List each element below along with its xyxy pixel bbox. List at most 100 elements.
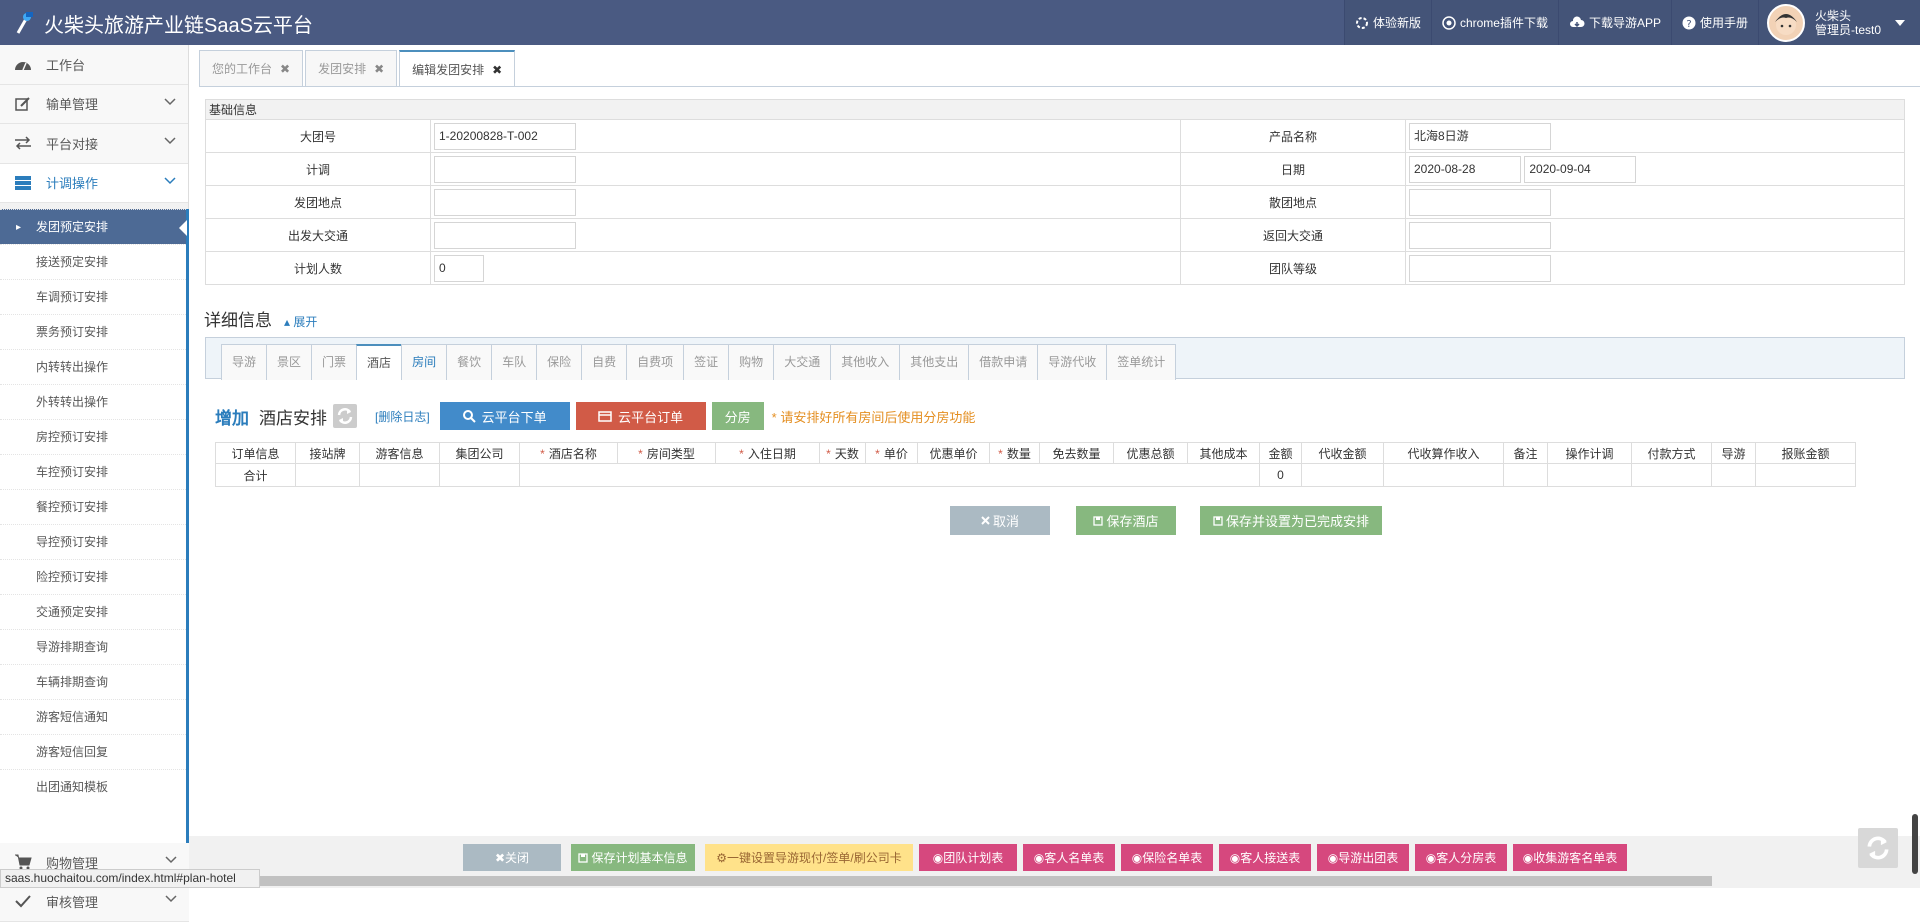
end-date-input[interactable]: 2020-09-04: [1524, 155, 1637, 183]
tab-guide-collect[interactable]: 导游代收: [1037, 344, 1108, 380]
departure-place-input[interactable]: [434, 188, 576, 216]
app-logo[interactable]: 火柴头旅游产业链SaaS云平台: [12, 8, 313, 38]
refresh-icon: [337, 408, 353, 424]
submenu-item[interactable]: 交通预定安排: [0, 594, 186, 629]
dismiss-place-input[interactable]: [1409, 188, 1551, 216]
tab-visa[interactable]: 签证: [683, 344, 730, 380]
total-label: 合计: [215, 463, 296, 487]
column-header: 操作计调: [1547, 442, 1632, 464]
tab-fleet[interactable]: 车队: [491, 344, 538, 380]
cloud-order-button[interactable]: 云平台下单: [439, 402, 570, 430]
team-plan-button[interactable]: ◉ 团队计划表: [919, 844, 1017, 871]
field-label: 发团地点: [205, 185, 431, 219]
tab-room[interactable]: 房间: [401, 344, 448, 380]
tab-edit-group-plan[interactable]: 编辑发团安排 ✖: [399, 50, 516, 86]
cancel-button[interactable]: 取消: [950, 506, 1050, 535]
column-header: 导游: [1711, 442, 1756, 464]
field-label: 出发大交通: [205, 218, 431, 252]
submenu-item[interactable]: ▸ 发团预定安排: [0, 209, 187, 244]
cloud-orders-button[interactable]: 云平台订单: [575, 402, 706, 430]
collect-guest-list-button[interactable]: ◉ 收集游客名单表: [1513, 844, 1627, 871]
submenu-item[interactable]: 导游排期查询: [0, 629, 186, 664]
avatar: [1767, 3, 1805, 42]
tab-workbench[interactable]: 您的工作台 ✖: [199, 50, 304, 86]
submenu-item[interactable]: 票务预订安排: [0, 314, 186, 349]
column-header: 免去数量: [1039, 442, 1114, 464]
team-level-input[interactable]: [1409, 254, 1551, 282]
sidebar-item-dashboard[interactable]: 工作台: [0, 45, 188, 85]
horizontal-scrollbar[interactable]: [260, 876, 1712, 886]
tab-loan[interactable]: 借款申请: [968, 344, 1039, 380]
chevron-down-icon: [165, 895, 177, 903]
close-icon[interactable]: ✖: [280, 62, 290, 76]
refresh-button[interactable]: [333, 404, 357, 428]
tab-scenic[interactable]: 景区: [266, 344, 313, 380]
expand-link[interactable]: ▴ 展开: [284, 315, 317, 329]
check-icon: [15, 895, 31, 908]
tab-dining[interactable]: 餐饮: [446, 344, 493, 380]
submenu-item[interactable]: 出团通知模板: [0, 769, 186, 804]
nav-chrome-download[interactable]: chrome插件下载: [1430, 0, 1558, 45]
submenu-item[interactable]: 外转转出操作: [0, 384, 186, 419]
set-guide-payment-button[interactable]: ⚙ 一键设置导游现付/签单/刷公司卡: [705, 844, 913, 871]
chevron-down-icon: [164, 137, 176, 145]
close-icon[interactable]: ✖: [374, 62, 384, 76]
tab-shopping[interactable]: 购物: [728, 344, 775, 380]
guest-transfer-button[interactable]: ◉ 客人接送表: [1219, 844, 1311, 871]
nav-download-app[interactable]: 下载导游APP: [1557, 0, 1671, 45]
room-assignment-button[interactable]: ◉ 客人分房表: [1415, 844, 1507, 871]
planner-input[interactable]: [434, 155, 576, 183]
sidebar-item-order-input[interactable]: 输单管理: [0, 84, 188, 124]
tab-self-pay[interactable]: 自费: [581, 344, 628, 380]
sidebar-item-platform[interactable]: 平台对接: [0, 124, 188, 164]
submenu-item[interactable]: 餐控预订安排: [0, 489, 186, 524]
tab-other-income[interactable]: 其他收入: [830, 344, 901, 380]
required-mark: *: [826, 446, 831, 461]
refresh-float-button[interactable]: [1858, 828, 1898, 868]
save-plan-button[interactable]: 保存计划基本信息: [571, 844, 695, 871]
tab-guide[interactable]: 导游: [221, 344, 268, 380]
guide-departure-button[interactable]: ◉ 导游出团表: [1317, 844, 1409, 871]
tab-transport[interactable]: 大交通: [773, 344, 832, 380]
tab-group-plan[interactable]: 发团安排 ✖: [305, 50, 398, 86]
tab-other-expense[interactable]: 其他支出: [899, 344, 970, 380]
submenu-item[interactable]: 游客短信回复: [0, 734, 186, 769]
product-name-input[interactable]: 北海8日游: [1409, 122, 1551, 150]
planned-people-input[interactable]: 0: [434, 254, 484, 282]
sidebar-item-operations[interactable]: 计调操作: [0, 163, 188, 203]
submenu-item[interactable]: 车控预订安排: [0, 454, 186, 489]
column-header: 付款方式: [1631, 442, 1712, 464]
submenu-item[interactable]: 导控预订安排: [0, 524, 186, 559]
guest-list-button[interactable]: ◉ 客人名单表: [1023, 844, 1115, 871]
tab-self-pay-item[interactable]: 自费项: [626, 344, 685, 380]
assign-rooms-button[interactable]: 分房: [711, 402, 764, 430]
close-button[interactable]: ✖ 关闭: [463, 844, 561, 871]
close-icon[interactable]: ✖: [492, 63, 502, 77]
user-menu[interactable]: 火柴头 管理员-test0: [1758, 0, 1920, 45]
delete-log-link[interactable]: [删除日志]: [375, 408, 430, 425]
nav-manual[interactable]: ? 使用手册: [1670, 0, 1758, 45]
column-header: 报账金额: [1755, 442, 1856, 464]
exchange-icon: [15, 136, 31, 150]
group-number-input[interactable]: 1-20200828-T-002: [434, 122, 576, 150]
save-hotel-button[interactable]: 保存酒店: [1076, 506, 1176, 535]
return-transport-input[interactable]: [1409, 221, 1551, 249]
departure-transport-input[interactable]: [434, 221, 576, 249]
submenu-item[interactable]: 险控预订安排: [0, 559, 186, 594]
tab-insurance[interactable]: 保险: [536, 344, 583, 380]
submenu-item[interactable]: 车调预订安排: [0, 279, 186, 314]
add-button[interactable]: 增加: [215, 404, 249, 429]
nav-try-new[interactable]: 体验新版: [1343, 0, 1431, 45]
tab-ticket[interactable]: 门票: [311, 344, 358, 380]
submenu-item[interactable]: 车辆排期查询: [0, 664, 186, 699]
submenu-item[interactable]: 游客短信通知: [0, 699, 186, 734]
submenu-item[interactable]: 内转转出操作: [0, 349, 186, 384]
submenu-item[interactable]: 接送预定安排: [0, 244, 186, 279]
tab-hotel[interactable]: 酒店: [356, 344, 403, 380]
save-complete-button[interactable]: 保存并设置为已完成安排: [1200, 506, 1382, 535]
insurance-list-button[interactable]: ◉ 保险名单表: [1121, 844, 1213, 871]
start-date-input[interactable]: 2020-08-28: [1409, 155, 1521, 183]
submenu-item[interactable]: 房控预订安排: [0, 419, 186, 454]
vertical-scrollbar[interactable]: [1912, 814, 1918, 874]
tab-bill-stats[interactable]: 签单统计: [1106, 344, 1177, 380]
